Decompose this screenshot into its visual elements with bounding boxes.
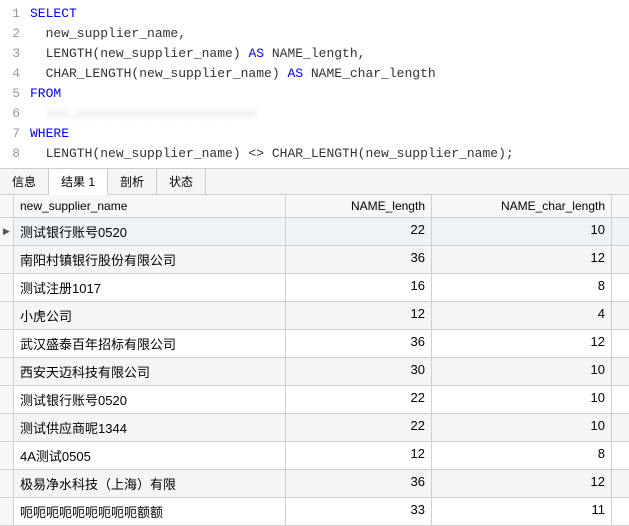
line-number: 5 xyxy=(0,84,30,104)
row-handle[interactable]: ▶ xyxy=(0,218,14,245)
cell[interactable]: 8 xyxy=(432,442,612,469)
table-row[interactable]: 南阳村镇银行股份有限公司3612 xyxy=(0,246,629,274)
grid-header-row: new_supplier_name NAME_length NAME_char_… xyxy=(0,195,629,218)
table-row[interactable]: 武汉盛泰百年招标有限公司3612 xyxy=(0,330,629,358)
cell[interactable]: 12 xyxy=(432,470,612,497)
cell[interactable]: 30 xyxy=(286,358,432,385)
cell[interactable]: 12 xyxy=(286,442,432,469)
code-text: LENGTH(new_supplier_name) <> CHAR_LENGTH… xyxy=(30,144,514,164)
cell[interactable]: 4 xyxy=(432,302,612,329)
table-row[interactable]: 呃呃呃呃呃呃呃呃呃额额3311 xyxy=(0,498,629,526)
row-handle[interactable] xyxy=(0,302,14,329)
table-row[interactable]: 测试银行账号05202210 xyxy=(0,386,629,414)
row-handle[interactable] xyxy=(0,246,14,273)
row-handle[interactable] xyxy=(0,470,14,497)
row-handle-header xyxy=(0,195,14,217)
cell[interactable]: 测试银行账号0520 xyxy=(14,218,286,245)
cell[interactable]: 8 xyxy=(432,274,612,301)
cell[interactable]: 22 xyxy=(286,414,432,441)
cell[interactable]: 22 xyxy=(286,386,432,413)
line-number: 2 xyxy=(0,24,30,44)
cell[interactable]: 36 xyxy=(286,470,432,497)
tab-信息[interactable]: 信息 xyxy=(0,169,49,194)
row-handle[interactable] xyxy=(0,442,14,469)
cell[interactable]: 南阳村镇银行股份有限公司 xyxy=(14,246,286,273)
code-text: new_supplier_name, xyxy=(30,24,186,44)
row-handle[interactable] xyxy=(0,330,14,357)
cell[interactable]: 武汉盛泰百年招标有限公司 xyxy=(14,330,286,357)
cell[interactable]: 测试银行账号0520 xyxy=(14,386,286,413)
cell[interactable]: 10 xyxy=(432,358,612,385)
cell[interactable]: 10 xyxy=(432,414,612,441)
cell[interactable]: 12 xyxy=(432,246,612,273)
cell[interactable]: 呃呃呃呃呃呃呃呃呃额额 xyxy=(14,498,286,525)
cell[interactable]: 16 xyxy=(286,274,432,301)
tab-结果 1[interactable]: 结果 1 xyxy=(49,169,108,195)
line-number: 6 xyxy=(0,104,30,124)
table-row[interactable]: 测试注册1017168 xyxy=(0,274,629,302)
line-number: 1 xyxy=(0,4,30,24)
line-number: 3 xyxy=(0,44,30,64)
table-row[interactable]: 极易净水科技（上海）有限3612 xyxy=(0,470,629,498)
cell[interactable]: 小虎公司 xyxy=(14,302,286,329)
column-header[interactable]: NAME_char_length xyxy=(432,195,612,217)
result-grid: new_supplier_name NAME_length NAME_char_… xyxy=(0,194,629,526)
row-handle[interactable] xyxy=(0,414,14,441)
cell[interactable]: 22 xyxy=(286,218,432,245)
table-row[interactable]: 西安天迈科技有限公司3010 xyxy=(0,358,629,386)
code-text: WHERE xyxy=(30,124,69,144)
cell[interactable]: 10 xyxy=(432,386,612,413)
line-number: 8 xyxy=(0,144,30,164)
cell[interactable]: 36 xyxy=(286,330,432,357)
column-header[interactable]: NAME_length xyxy=(286,195,432,217)
row-handle[interactable] xyxy=(0,498,14,525)
cell[interactable]: 33 xyxy=(286,498,432,525)
cell[interactable]: 12 xyxy=(286,302,432,329)
cell[interactable]: 西安天迈科技有限公司 xyxy=(14,358,286,385)
line-number: 7 xyxy=(0,124,30,144)
table-row[interactable]: 测试供应商呢13442210 xyxy=(0,414,629,442)
cell[interactable]: 12 xyxy=(432,330,612,357)
line-number: 4 xyxy=(0,64,30,84)
code-text: SELECT xyxy=(30,4,77,24)
code-text: xxx_xxxxxxxxxxxxxxxxxxxxxxx xyxy=(30,104,256,124)
table-row[interactable]: 小虎公司124 xyxy=(0,302,629,330)
tab-状态[interactable]: 状态 xyxy=(157,169,206,194)
cell[interactable]: 11 xyxy=(432,498,612,525)
cell[interactable]: 4A测试0505 xyxy=(14,442,286,469)
row-handle[interactable] xyxy=(0,386,14,413)
sql-editor[interactable]: 1SELECT2 new_supplier_name,3 LENGTH(new_… xyxy=(0,0,629,168)
cell[interactable]: 36 xyxy=(286,246,432,273)
code-text: LENGTH(new_supplier_name) AS NAME_length… xyxy=(30,44,365,64)
row-handle[interactable] xyxy=(0,358,14,385)
table-row[interactable]: 4A测试0505128 xyxy=(0,442,629,470)
cell[interactable]: 测试供应商呢1344 xyxy=(14,414,286,441)
code-text: CHAR_LENGTH(new_supplier_name) AS NAME_c… xyxy=(30,64,436,84)
code-text: FROM xyxy=(30,84,61,104)
tab-剖析[interactable]: 剖析 xyxy=(108,169,157,194)
result-tabs: 信息结果 1剖析状态 xyxy=(0,168,629,194)
cell[interactable]: 极易净水科技（上海）有限 xyxy=(14,470,286,497)
row-handle[interactable] xyxy=(0,274,14,301)
cell[interactable]: 测试注册1017 xyxy=(14,274,286,301)
table-row[interactable]: ▶测试银行账号05202210 xyxy=(0,218,629,246)
column-header[interactable]: new_supplier_name xyxy=(14,195,286,217)
cell[interactable]: 10 xyxy=(432,218,612,245)
